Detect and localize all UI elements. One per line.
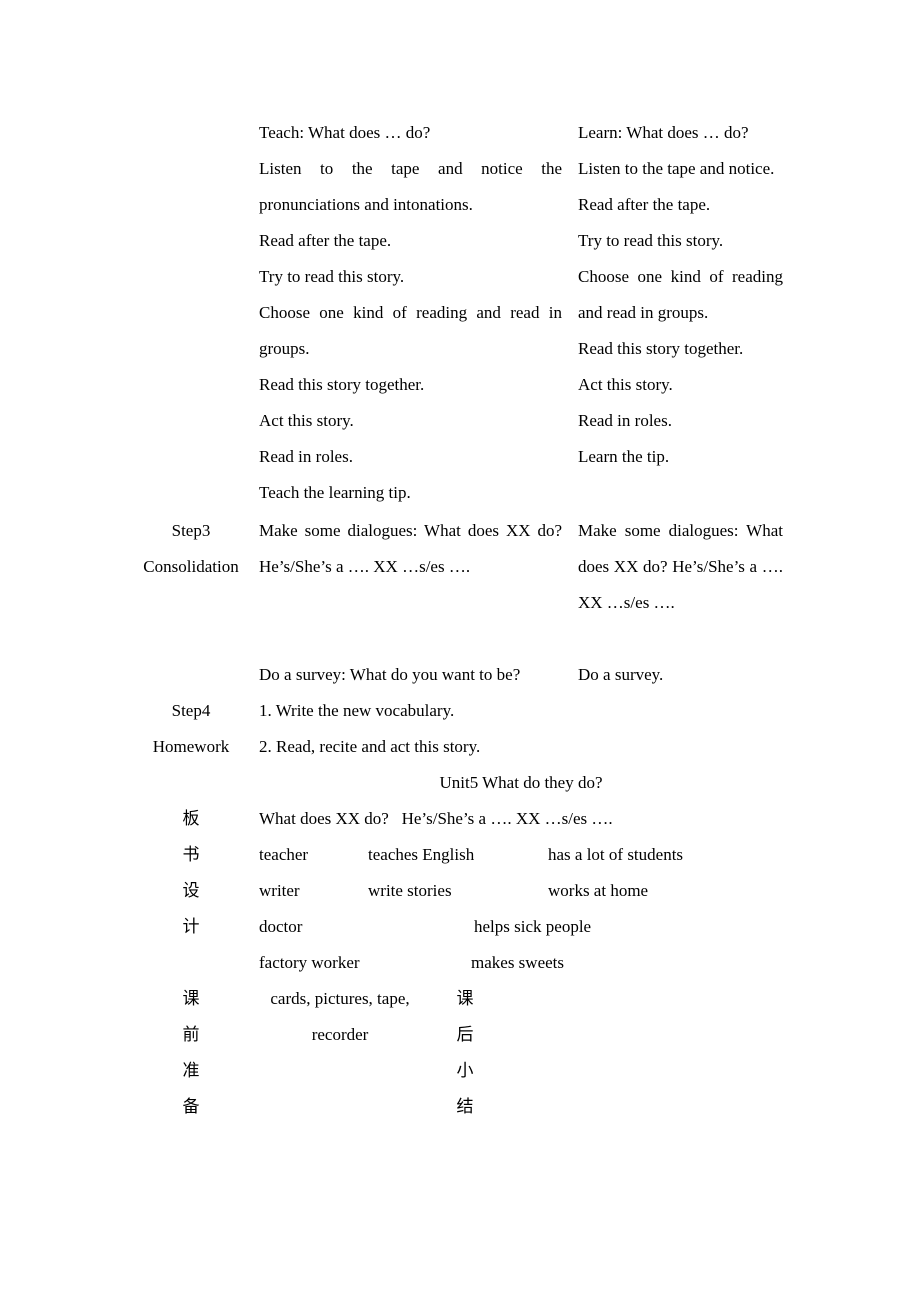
vocab-job-1: teacher	[259, 845, 309, 864]
preparation-char-1: 课	[182, 989, 200, 1008]
board-design-char-3: 设	[182, 881, 200, 900]
teacher-line-10: Make some dialogues: What does XX do? He…	[259, 521, 562, 576]
summary-label: 课 后 小 结	[450, 981, 480, 1125]
teacher-line-8: Read in roles.	[259, 447, 353, 466]
student-line-3: Read after the tape.	[578, 195, 711, 214]
homework-item-2: 2. Read, recite and act this story.	[259, 737, 481, 756]
vocab-row-writer: writer write stories works at home	[259, 873, 719, 909]
materials-line-1: cards, pictures, tape,	[270, 989, 410, 1008]
vocab-job-4: factory worker	[259, 953, 360, 972]
board-design-char-2: 书	[182, 845, 200, 864]
student-line-1: Learn: What does … do?	[578, 123, 749, 142]
preparation-char-2: 前	[182, 1025, 200, 1044]
board-design-label: 板 书 设 计	[176, 801, 206, 945]
materials-line-2: recorder	[311, 1025, 369, 1044]
student-consolidation-text: Make some dialogues: What does XX do? He…	[578, 513, 783, 621]
teacher-line-1: Teach: What does … do?	[259, 123, 431, 142]
student-activity-column: Learn: What does … do? Listen to the tap…	[578, 115, 783, 475]
student-line-5: Choose one kind of reading and read in g…	[578, 267, 783, 322]
vocab-detail-1: has a lot of students	[548, 845, 684, 864]
student-survey-text: Do a survey.	[578, 657, 783, 693]
teacher-line-11: Do a survey: What do you want to be?	[259, 665, 521, 684]
teacher-line-6: Read this story together.	[259, 375, 425, 394]
teacher-consolidation-text: Make some dialogues: What does XX do? He…	[259, 513, 562, 585]
vocab-action-4: makes sweets	[471, 953, 565, 972]
step4-number-label: Step4	[171, 701, 211, 720]
vocab-action-3: helps sick people	[474, 917, 592, 936]
teacher-line-3: Read after the tape.	[259, 231, 392, 250]
summary-char-1: 课	[456, 989, 474, 1008]
step3-name-label: Consolidation	[143, 557, 239, 576]
teacher-line-2: Listen to the tape and notice the pronun…	[259, 159, 562, 214]
lesson-plan-page: Teach: What does … do? Listen to the tap…	[0, 0, 920, 1302]
student-line-8: Read in roles.	[578, 411, 672, 430]
preparation-char-3: 准	[182, 1061, 200, 1080]
student-line-6: Read this story together.	[578, 339, 744, 358]
summary-char-2: 后	[456, 1025, 474, 1044]
step3-number-label: Step3	[171, 521, 211, 540]
board-design-char-1: 板	[182, 809, 200, 828]
student-line-9: Learn the tip.	[578, 447, 670, 466]
teacher-survey-text: Do a survey: What do you want to be?	[259, 657, 562, 693]
teacher-line-4: Try to read this story.	[259, 267, 405, 286]
board-design-char-4: 计	[182, 917, 200, 936]
vocab-row-factory-worker: factory worker makes sweets	[259, 945, 719, 981]
page-title: Unit5 What do they do?	[439, 773, 603, 792]
summary-char-3: 小	[456, 1061, 474, 1080]
vocab-detail-2: works at home	[548, 881, 649, 900]
vocab-job-2: writer	[259, 881, 300, 900]
board-pattern-line: What does XX do? He’s/She’s a …. XX …s/e…	[259, 809, 613, 828]
step4-name-label: Homework	[152, 737, 230, 756]
homework-item-1: 1. Write the new vocabulary.	[259, 701, 455, 720]
student-line-7: Act this story.	[578, 375, 673, 394]
summary-char-4: 结	[456, 1097, 474, 1116]
vocab-action-1: teaches English	[368, 845, 475, 864]
student-line-4: Try to read this story.	[578, 231, 724, 250]
vocab-job-3: doctor	[259, 917, 303, 936]
student-line-10: Make some dialogues: What does XX do? He…	[578, 521, 783, 612]
vocab-row-doctor: doctor helps sick people	[259, 909, 719, 945]
student-line-2: Listen to the tape and notice.	[578, 159, 775, 178]
preparation-label: 课 前 准 备	[176, 981, 206, 1125]
student-line-11: Do a survey.	[578, 665, 664, 684]
vocab-row-teacher: teacher teaches English has a lot of stu…	[259, 837, 719, 873]
teacher-line-9: Teach the learning tip.	[259, 483, 411, 502]
vocab-action-2: write stories	[368, 881, 452, 900]
teacher-line-5: Choose one kind of reading and read in g…	[259, 303, 562, 358]
preparation-char-4: 备	[182, 1097, 200, 1116]
teacher-activity-column: Teach: What does … do? Listen to the tap…	[259, 115, 562, 511]
teacher-line-7: Act this story.	[259, 411, 354, 430]
